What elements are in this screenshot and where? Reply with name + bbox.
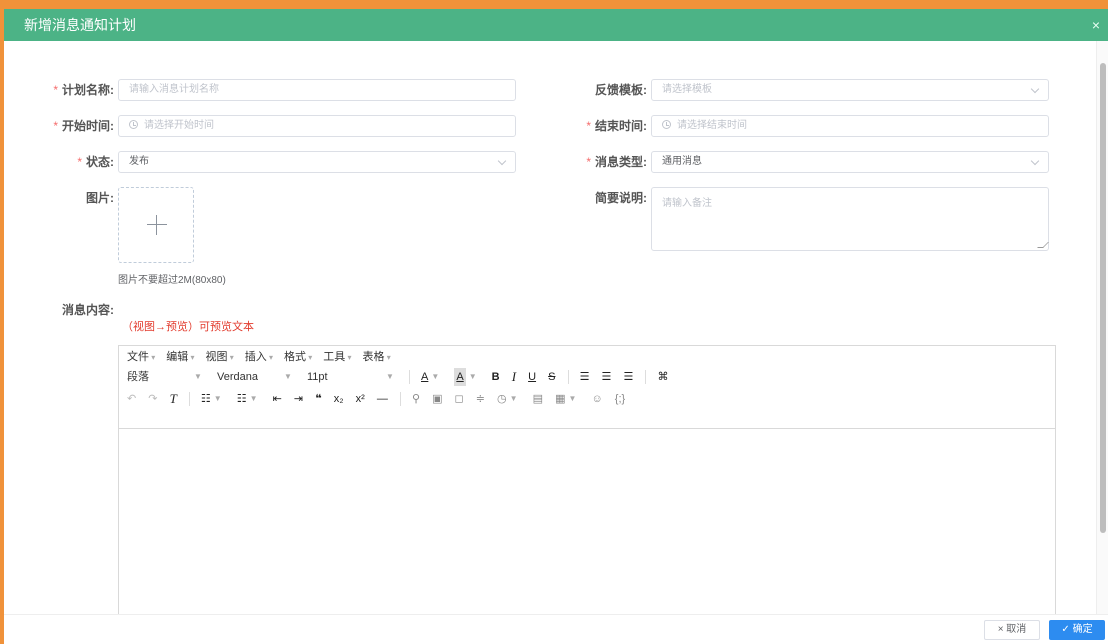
font-family-select[interactable]: Verdana: [217, 368, 281, 386]
plan-name-input[interactable]: 请输入消息计划名称: [118, 79, 516, 101]
start-time-picker[interactable]: 请选择开始时间: [118, 115, 516, 137]
menu-format[interactable]: 格式: [284, 351, 312, 363]
datetime-icon[interactable]: ◷: [497, 390, 507, 408]
content-label: 消息内容:: [62, 303, 114, 317]
dialog-footer: × 取消 ✓ 确定: [4, 614, 1108, 644]
confirm-button[interactable]: ✓ 确定: [1049, 620, 1105, 640]
image-icon[interactable]: ▣: [432, 390, 442, 408]
resize-handle-icon[interactable]: [1037, 242, 1049, 248]
block-format-select[interactable]: 段落: [127, 368, 191, 386]
emoticon-icon[interactable]: ☺: [591, 390, 602, 408]
status-label: * 状态:: [77, 155, 114, 169]
text-color-icon[interactable]: A: [421, 368, 428, 386]
end-time-label: * 结束时间:: [586, 119, 647, 133]
subscript-icon[interactable]: x₂: [334, 390, 344, 408]
image-hint: 图片不要超过2M(80x80): [118, 275, 226, 286]
link-icon[interactable]: ⚲: [412, 390, 420, 408]
align-left-icon[interactable]: ☰: [580, 368, 590, 386]
font-size-select[interactable]: 11pt: [307, 368, 383, 386]
image-label: 图片:: [86, 191, 114, 205]
editor-content-area[interactable]: [119, 428, 1055, 634]
summary-label: 简要说明:: [595, 191, 647, 205]
editor-menubar: 文件编辑视图插入格式工具表格: [119, 346, 1055, 366]
media-icon[interactable]: ▤: [533, 390, 543, 408]
align-right-icon[interactable]: ☰: [623, 368, 633, 386]
numbered-list-icon[interactable]: ☷: [237, 390, 247, 408]
clock-icon: [662, 120, 671, 129]
image-upload[interactable]: [118, 187, 194, 263]
menu-tools[interactable]: 工具: [323, 351, 351, 363]
align-center-icon[interactable]: ☰: [602, 368, 612, 386]
start-time-label: * 开始时间:: [53, 119, 114, 133]
dialog-title: 新增消息通知计划: [24, 17, 136, 33]
plan-name-label: * 计划名称:: [53, 83, 114, 97]
undo-icon[interactable]: ↶: [127, 390, 136, 408]
underline-icon[interactable]: U: [528, 368, 536, 386]
italic-icon[interactable]: I: [512, 368, 516, 386]
strikethrough-icon[interactable]: S: [548, 368, 555, 386]
bullet-list-icon[interactable]: ☷: [201, 390, 211, 408]
page-break-icon[interactable]: ≑: [476, 390, 485, 408]
editor-toolbar-1: 段落 ▼ Verdana ▼ 11pt ▼ A ▼ A ▼ B I U S ☰ ☰ ☰ ⌘: [127, 368, 669, 387]
form-body: * 计划名称: 请输入消息计划名称 反馈模板: 请选择模板 * 开始时间: 请选择开…: [4, 41, 1096, 635]
background-color-icon[interactable]: A: [454, 368, 466, 387]
chevron-down-icon: [1030, 156, 1040, 166]
cancel-button[interactable]: × 取消: [984, 620, 1040, 640]
preview-hint: （视图→预览）可预览文本: [122, 321, 254, 333]
feedback-template-label: 反馈模板:: [595, 83, 647, 97]
end-time-picker[interactable]: 请选择结束时间: [651, 115, 1049, 137]
dialog: 新增消息通知计划 × * 计划名称: 请输入消息计划名称 反馈模板: 请选择模板 …: [0, 0, 1108, 644]
indent-icon[interactable]: ⇥: [294, 390, 303, 408]
clear-format-icon[interactable]: T: [170, 390, 177, 408]
bookmark-icon[interactable]: ◻: [455, 390, 464, 408]
close-icon[interactable]: ×: [1092, 16, 1100, 34]
redo-icon[interactable]: ↷: [148, 390, 157, 408]
menu-file[interactable]: 文件: [127, 351, 155, 363]
feedback-template-select[interactable]: 请选择模板: [651, 79, 1049, 101]
template-variable-icon[interactable]: {;}: [615, 390, 625, 408]
editor-toolbar-2: ↶ ↷ T ☷ ▼ ☷ ▼ ⇤ ⇥ ❝ x₂ x² — ⚲ ▣ ◻ ≑ ◷ ▼ ▤ ▦…: [127, 390, 626, 408]
find-replace-icon[interactable]: ⌘: [657, 368, 668, 386]
rich-text-editor: 文件编辑视图插入格式工具表格 段落▼ Verdana▼ 11pt▼ A▼ A▼ …: [118, 345, 1056, 635]
dialog-header: 新增消息通知计划 ×: [4, 9, 1108, 41]
message-type-label: * 消息类型:: [586, 155, 647, 169]
menu-table[interactable]: 表格: [363, 351, 391, 363]
summary-textarea[interactable]: 请输入备注: [651, 187, 1049, 251]
message-type-select[interactable]: 通用消息: [651, 151, 1049, 173]
menu-view[interactable]: 视图: [206, 351, 234, 363]
plus-icon: [147, 215, 167, 235]
blockquote-icon[interactable]: ❝: [315, 390, 321, 408]
superscript-icon[interactable]: x²: [356, 390, 365, 408]
horizontal-rule-icon[interactable]: —: [377, 390, 388, 408]
clock-icon: [129, 120, 138, 129]
scrollbar-thumb[interactable]: [1100, 63, 1106, 533]
status-select[interactable]: 发布: [118, 151, 516, 173]
menu-edit[interactable]: 编辑: [166, 351, 194, 363]
outdent-icon[interactable]: ⇤: [273, 390, 282, 408]
table-icon[interactable]: ▦: [555, 390, 565, 408]
menu-insert[interactable]: 插入: [245, 351, 273, 363]
vertical-scrollbar[interactable]: [1096, 41, 1108, 614]
bold-icon[interactable]: B: [492, 368, 500, 386]
chevron-down-icon: [1030, 84, 1040, 94]
chevron-down-icon: [497, 156, 507, 166]
